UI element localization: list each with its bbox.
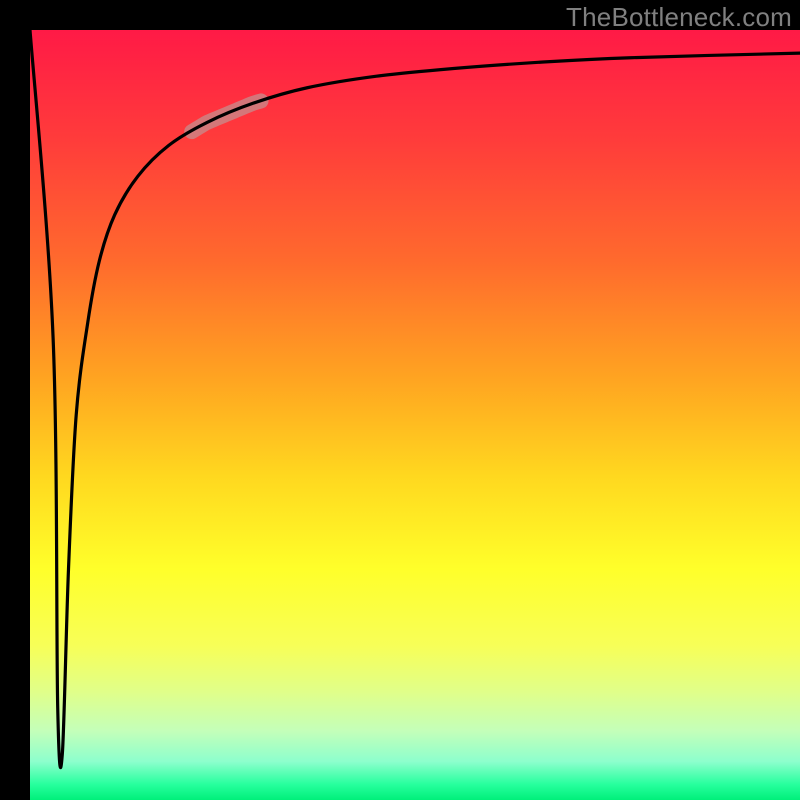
curve-main-line <box>30 30 800 768</box>
bottleneck-curve <box>30 30 800 800</box>
chart-frame: TheBottleneck.com <box>0 0 800 800</box>
watermark-text: TheBottleneck.com <box>566 2 792 33</box>
plot-area <box>30 30 800 800</box>
